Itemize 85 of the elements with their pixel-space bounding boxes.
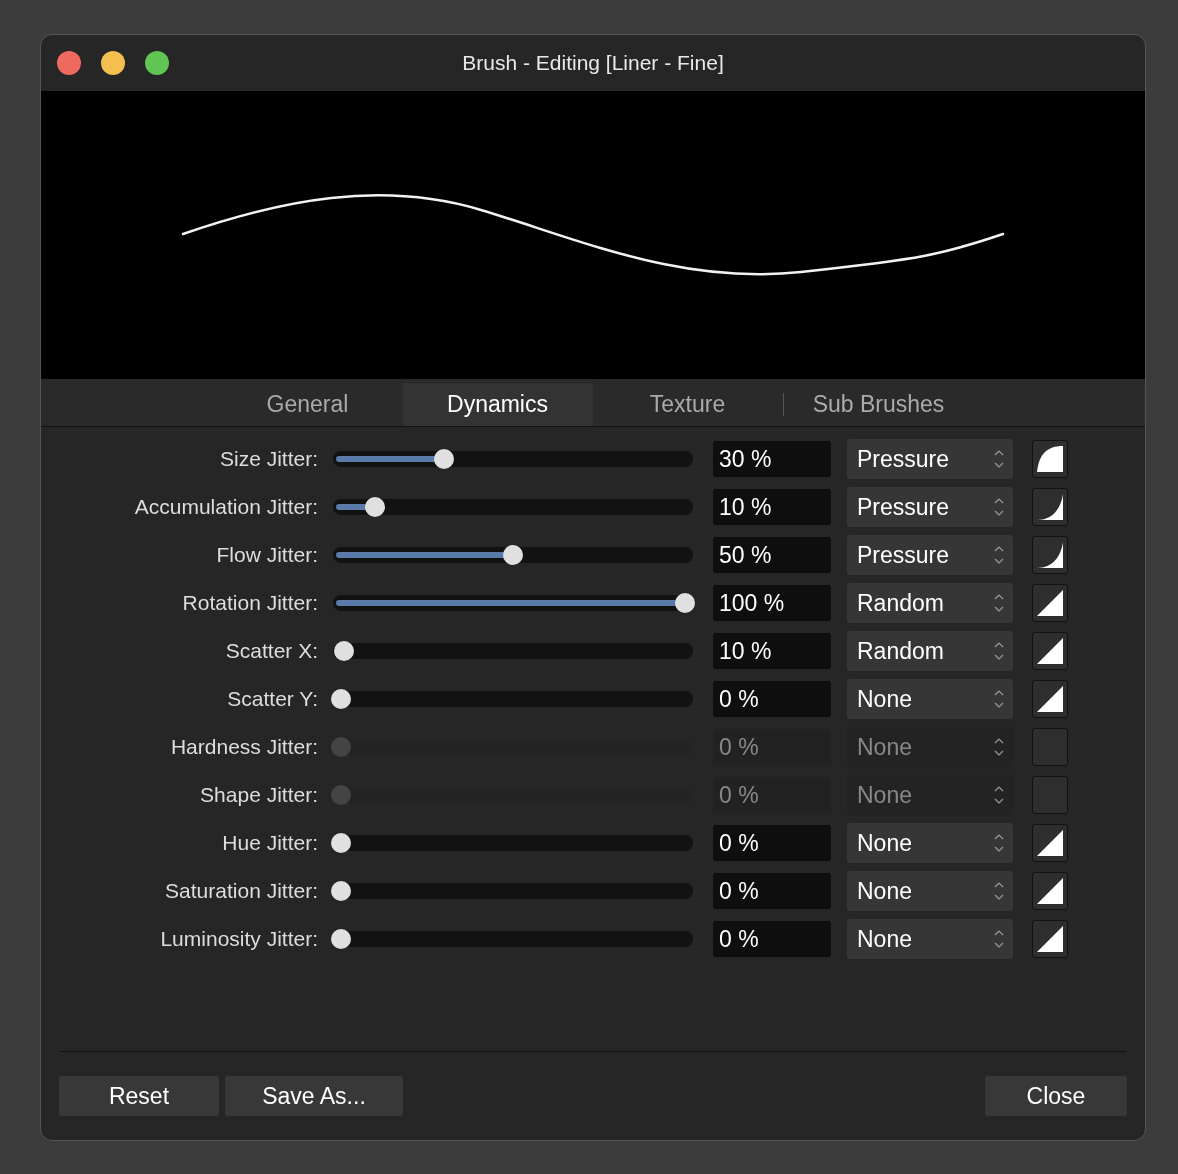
slider[interactable] bbox=[333, 451, 693, 467]
stepper-icon bbox=[993, 880, 1005, 902]
response-curve-icon bbox=[1035, 444, 1065, 474]
response-curve-icon bbox=[1035, 924, 1065, 954]
dialog-button[interactable]: Save As... bbox=[225, 1076, 403, 1116]
response-curve-icon bbox=[1035, 636, 1065, 666]
slider[interactable] bbox=[333, 547, 693, 563]
stepper-icon bbox=[993, 448, 1005, 470]
stepper-icon bbox=[993, 784, 1005, 806]
dialog-button[interactable]: Reset bbox=[59, 1076, 219, 1116]
slider[interactable] bbox=[333, 595, 693, 611]
response-curve-icon bbox=[1035, 684, 1065, 714]
slider-thumb[interactable] bbox=[331, 689, 351, 709]
minimize-window-button[interactable] bbox=[101, 51, 125, 75]
value-field[interactable]: 10 % bbox=[713, 489, 831, 525]
curve-button[interactable] bbox=[1032, 584, 1068, 622]
curve-button[interactable] bbox=[1032, 440, 1068, 478]
value-field[interactable]: 50 % bbox=[713, 537, 831, 573]
controller-dropdown[interactable]: None bbox=[847, 919, 1013, 959]
slider[interactable] bbox=[333, 643, 693, 659]
tab[interactable]: General bbox=[212, 383, 403, 426]
slider-thumb[interactable] bbox=[334, 641, 355, 661]
slider[interactable] bbox=[333, 835, 693, 851]
tab[interactable]: Texture bbox=[592, 383, 783, 426]
slider-thumb[interactable] bbox=[434, 449, 455, 469]
field-label: Size Jitter: bbox=[218, 446, 318, 473]
stepper-icon bbox=[993, 496, 1005, 518]
field-label: Scatter Y: bbox=[226, 686, 318, 713]
field-label: Flow Jitter: bbox=[215, 542, 318, 569]
curve-button[interactable] bbox=[1032, 872, 1068, 910]
stepper-icon bbox=[993, 736, 1005, 758]
slider-thumb[interactable] bbox=[365, 497, 386, 517]
response-curve-icon bbox=[1035, 876, 1065, 906]
value-field[interactable]: 10 % bbox=[713, 633, 831, 669]
dialog-button[interactable]: Close bbox=[985, 1076, 1127, 1116]
controller-dropdown[interactable]: Random bbox=[847, 631, 1013, 671]
controller-dropdown[interactable]: Pressure bbox=[847, 439, 1013, 479]
value-field[interactable]: 0 % bbox=[713, 873, 831, 909]
controller-dropdown[interactable]: None bbox=[847, 823, 1013, 863]
field-label: Rotation Jitter: bbox=[181, 590, 318, 617]
value-field[interactable]: 100 % bbox=[713, 585, 831, 621]
zoom-window-button[interactable] bbox=[145, 51, 169, 75]
response-curve-icon bbox=[1035, 588, 1065, 618]
stepper-icon bbox=[993, 640, 1005, 662]
controller-dropdown[interactable]: None bbox=[847, 679, 1013, 719]
field-label: Saturation Jitter: bbox=[164, 878, 318, 905]
controller-dropdown[interactable]: None bbox=[847, 871, 1013, 911]
controller-dropdown[interactable]: Random bbox=[847, 583, 1013, 623]
window-title: Brush - Editing [Liner - Fine] bbox=[462, 50, 724, 77]
slider-thumb[interactable] bbox=[675, 593, 695, 613]
field-label: Shape Jitter: bbox=[199, 782, 318, 809]
curve-button[interactable] bbox=[1032, 680, 1068, 718]
value-field[interactable]: 30 % bbox=[713, 441, 831, 477]
stepper-icon bbox=[993, 544, 1005, 566]
value-field[interactable]: 0 % bbox=[713, 825, 831, 861]
controller-dropdown[interactable]: Pressure bbox=[847, 535, 1013, 575]
stepper-icon bbox=[993, 928, 1005, 950]
value-field[interactable]: 0 % bbox=[713, 921, 831, 957]
curve-button[interactable] bbox=[1032, 536, 1068, 574]
stepper-icon bbox=[993, 832, 1005, 854]
slider[interactable] bbox=[333, 691, 693, 707]
field-label: Hardness Jitter: bbox=[169, 734, 318, 761]
stepper-icon bbox=[993, 592, 1005, 614]
curve-button[interactable] bbox=[1032, 920, 1068, 958]
slider[interactable] bbox=[333, 499, 693, 515]
tab[interactable]: Dynamics bbox=[402, 383, 593, 426]
field-label: Accumulation Jitter: bbox=[133, 494, 318, 521]
slider-thumb[interactable] bbox=[503, 545, 523, 565]
curve-button[interactable] bbox=[1032, 488, 1068, 526]
slider-thumb[interactable] bbox=[331, 929, 351, 949]
field-label: Hue Jitter: bbox=[221, 830, 318, 857]
stepper-icon bbox=[993, 688, 1005, 710]
controller-dropdown[interactable]: Pressure bbox=[847, 487, 1013, 527]
value-field[interactable]: 0 % bbox=[713, 681, 831, 717]
slider[interactable] bbox=[333, 883, 693, 899]
slider-thumb[interactable] bbox=[331, 833, 351, 853]
field-label: Luminosity Jitter: bbox=[159, 926, 318, 953]
response-curve-icon bbox=[1035, 828, 1065, 858]
tab[interactable]: Sub Brushes bbox=[783, 383, 974, 426]
curve-button[interactable] bbox=[1032, 824, 1068, 862]
slider-thumb[interactable] bbox=[331, 881, 351, 901]
close-window-button[interactable] bbox=[57, 51, 81, 75]
curve-button[interactable] bbox=[1032, 632, 1068, 670]
slider[interactable] bbox=[333, 931, 693, 947]
field-label: Scatter X: bbox=[224, 638, 318, 665]
